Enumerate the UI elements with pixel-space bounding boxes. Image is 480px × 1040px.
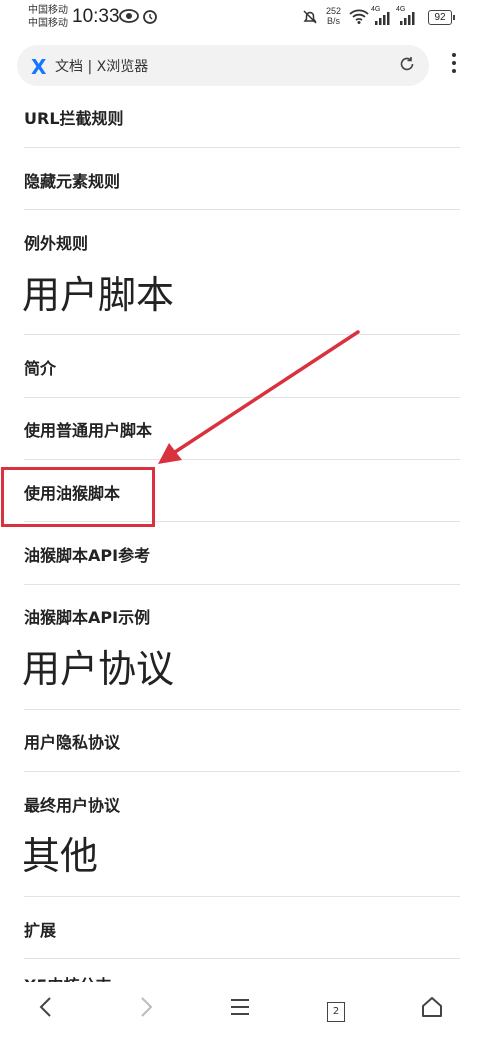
divider [24,958,460,959]
list-item[interactable]: 最终用户协议 [24,792,120,816]
list-item[interactable]: 用户隐私协议 [24,729,120,753]
more-menu-icon[interactable] [447,53,461,77]
list-item[interactable]: 油猴脚本API示例 [24,604,150,628]
net-speed: 252 B/s [326,6,341,26]
tabs-counter-button[interactable]: 2 [327,1002,345,1022]
eye-icon [119,9,139,28]
home-icon[interactable] [420,995,444,1026]
list-item[interactable]: 简介 [24,355,56,379]
carrier-2: 中国移动 [28,18,68,29]
wifi-icon [349,9,369,29]
page-title[interactable]: 文档 | X浏览器 [55,56,148,76]
divider [24,896,460,897]
net-speed-unit: B/s [327,16,341,26]
list-item[interactable]: URL拦截规则 [24,105,124,129]
divider [24,709,460,710]
list-item[interactable]: 隐藏元素规则 [24,168,120,192]
section-heading-userscript: 用户脚本 [22,273,175,317]
carrier-labels: 中国移动 中国移动 [28,4,68,30]
forward-icon[interactable] [136,995,156,1026]
bottom-navigation [0,985,480,1040]
highlight-box [1,467,155,527]
x-browser-logo: X [31,55,47,79]
divider [24,771,460,772]
list-item[interactable]: 油猴脚本API参考 [24,542,150,566]
address-bar[interactable]: X 文档 | X浏览器 [17,45,429,86]
clock: 10:33 [72,6,120,27]
net-speed-value: 252 [326,6,342,16]
divider [24,584,460,585]
divider [24,209,460,210]
back-icon[interactable] [36,995,56,1026]
list-item[interactable]: 例外规则 [24,230,88,254]
alarm-icon [142,8,158,29]
signal-icon [374,11,392,30]
section-heading-other: 其他 [22,834,99,878]
list-item[interactable]: X5内核分支 [24,972,124,982]
carrier-1: 中国移动 [28,5,68,16]
battery-indicator: 92 [428,10,455,25]
status-bar: 中国移动 中国移动 10:33 252 B/s 4G 4G 92 [0,0,480,36]
list-item[interactable]: 扩展 [24,917,56,941]
signal-icon [399,11,417,30]
section-heading-agreement: 用户协议 [22,647,175,691]
annotation-arrow [158,330,360,464]
reload-icon[interactable] [398,55,416,78]
divider [24,147,460,148]
mute-bell-icon [302,9,318,30]
list-item[interactable]: 使用普通用户脚本 [24,417,152,441]
menu-icon[interactable] [229,995,251,1026]
